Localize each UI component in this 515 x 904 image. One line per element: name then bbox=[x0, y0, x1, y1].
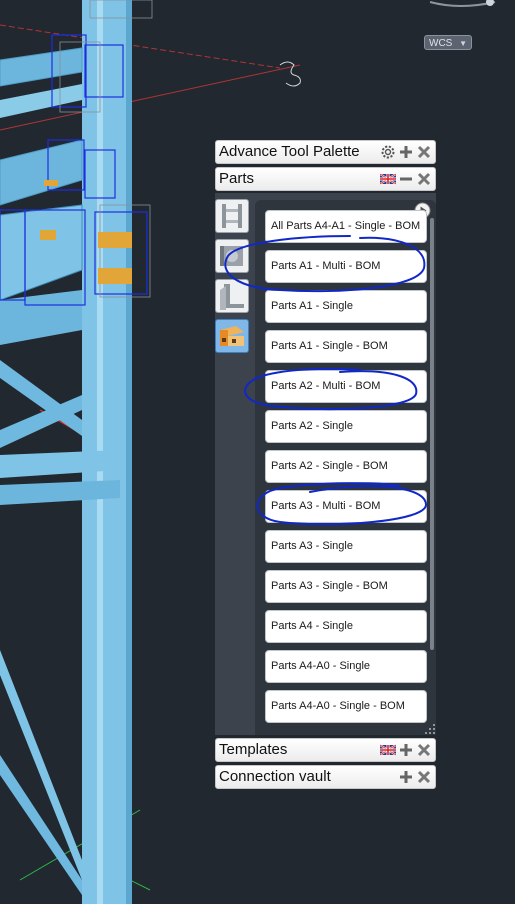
palette-tool-item[interactable]: Parts A1 - Single bbox=[265, 290, 427, 323]
resize-grip-icon[interactable] bbox=[424, 722, 436, 734]
connection-vault-section-label: Connection vault bbox=[219, 768, 331, 785]
palette-tool-item[interactable]: Parts A3 - Single bbox=[265, 530, 427, 563]
parts-list-tab[interactable] bbox=[215, 319, 249, 353]
plus-icon[interactable] bbox=[398, 769, 414, 785]
palette-tool-item[interactable]: Parts A1 - Multi - BOM bbox=[265, 250, 427, 283]
beam-section-icon bbox=[222, 204, 242, 228]
angle-section-icon bbox=[220, 284, 244, 310]
palette-tool-item[interactable]: Parts A2 - Single bbox=[265, 410, 427, 443]
plate-tab[interactable] bbox=[215, 239, 249, 273]
uk-flag-icon bbox=[380, 742, 396, 758]
wcs-label: WCS bbox=[429, 38, 453, 49]
minus-icon[interactable] bbox=[398, 171, 414, 187]
uk-flag-icon bbox=[380, 171, 396, 187]
chevron-down-icon: ▼ bbox=[459, 39, 467, 48]
close-icon[interactable] bbox=[416, 742, 432, 758]
palette-title-bar[interactable]: Advance Tool Palette bbox=[215, 140, 436, 164]
angle-tab[interactable] bbox=[215, 279, 249, 313]
beam-section-tab[interactable] bbox=[215, 199, 249, 233]
palette-tool-item[interactable]: All Parts A4-A1 - Single - BOM bbox=[265, 210, 427, 243]
palette-tool-item[interactable]: Parts A3 - Single - BOM bbox=[265, 570, 427, 603]
parts-list-icon bbox=[220, 326, 244, 346]
gear-icon[interactable] bbox=[380, 144, 396, 160]
parts-section-label: Parts bbox=[219, 170, 255, 187]
plus-icon[interactable] bbox=[398, 742, 414, 758]
plus-icon[interactable] bbox=[398, 144, 414, 160]
palette-tool-item[interactable]: Parts A2 - Single - BOM bbox=[265, 450, 427, 483]
templates-section-header[interactable]: Templates bbox=[215, 738, 436, 762]
templates-section-label: Templates bbox=[219, 741, 288, 758]
palette-tool-item[interactable]: Parts A1 - Single - BOM bbox=[265, 330, 427, 363]
wcs-dropdown[interactable]: WCS ▼ bbox=[424, 35, 472, 50]
connection-vault-section-header[interactable]: Connection vault bbox=[215, 765, 436, 789]
palette-tool-item[interactable]: Parts A3 - Multi - BOM bbox=[265, 490, 427, 523]
parts-section-header[interactable]: Parts bbox=[215, 167, 436, 191]
close-icon[interactable] bbox=[416, 171, 432, 187]
palette-title: Advance Tool Palette bbox=[219, 143, 360, 160]
palette-tool-item[interactable]: Parts A4-A0 - Single - BOM bbox=[265, 690, 427, 723]
palette-tool-item[interactable]: Parts A4-A0 - Single bbox=[265, 650, 427, 683]
palette-tool-item[interactable]: Parts A2 - Multi - BOM bbox=[265, 370, 427, 403]
plate-icon bbox=[220, 246, 243, 266]
close-icon[interactable] bbox=[416, 769, 432, 785]
close-icon[interactable] bbox=[416, 144, 432, 160]
scrollbar-thumb[interactable] bbox=[430, 218, 434, 650]
palette-tool-item[interactable]: Parts A4 - Single bbox=[265, 610, 427, 643]
